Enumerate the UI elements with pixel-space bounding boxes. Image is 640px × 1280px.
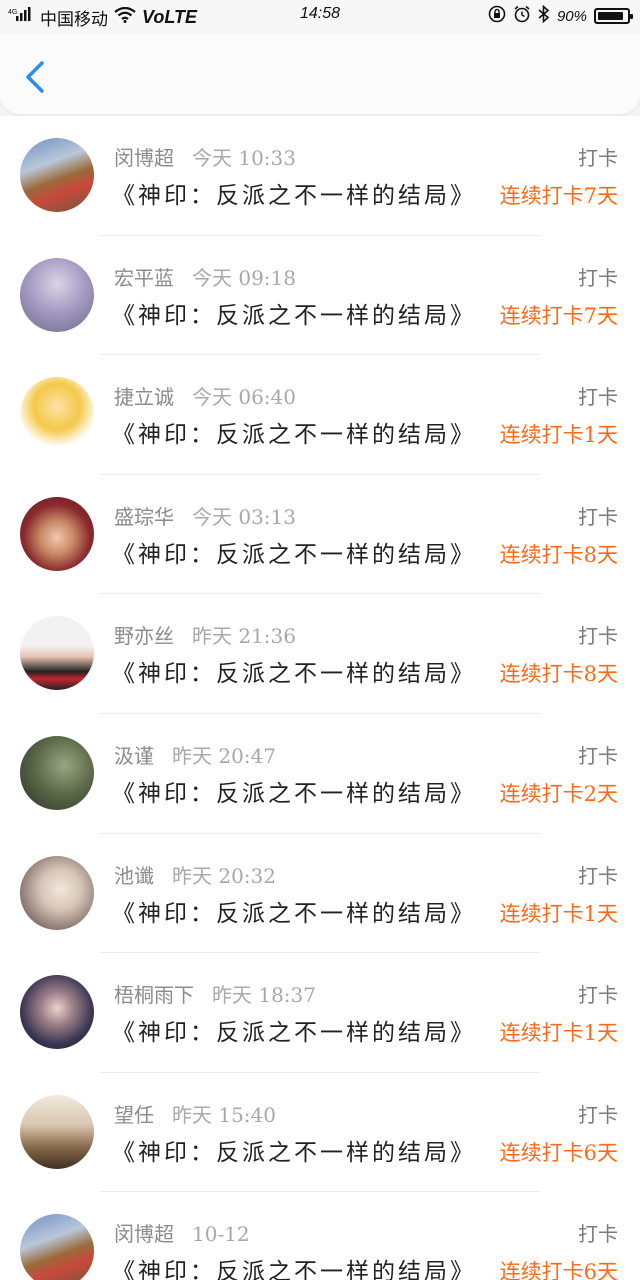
streak-label: 连续打卡7天 xyxy=(499,303,618,328)
user-meta: 捷立诚 今天 06:40 xyxy=(114,381,296,410)
checkin-time: 10-12 xyxy=(192,1222,250,1247)
streak-label: 连续打卡1天 xyxy=(499,901,618,926)
list-item[interactable]: 梧桐雨下 昨天 18:37 打卡 《神印：反派之不一样的结局》 连续打卡1天 xyxy=(0,953,640,1073)
avatar[interactable] xyxy=(20,257,94,332)
list-item[interactable]: 闵博超 今天 10:33 打卡 《神印：反派之不一样的结局》 连续打卡7天 xyxy=(0,116,640,236)
checkin-time: 昨天 15:40 xyxy=(172,1102,276,1127)
streak-label: 连续打卡1天 xyxy=(499,423,618,448)
user-meta: 闵博超 10-12 xyxy=(114,1218,250,1247)
list-item[interactable]: 捷立诚 今天 06:40 打卡 《神印：反派之不一样的结局》 连续打卡1天 xyxy=(0,355,640,475)
book-title[interactable]: 《神印：反派之不一样的结局》 xyxy=(112,894,476,928)
checkin-time: 昨天 18:37 xyxy=(212,983,316,1008)
nav-bar xyxy=(0,34,640,114)
battery-percent: 90% xyxy=(556,7,587,25)
book-title[interactable]: 《神印：反派之不一样的结局》 xyxy=(112,1252,476,1280)
checkin-time: 今天 10:33 xyxy=(192,146,296,170)
checkin-label: 打卡 xyxy=(578,743,618,768)
avatar[interactable] xyxy=(20,138,94,212)
user-meta: 宏平蓝 今天 09:18 xyxy=(114,262,296,291)
checkin-time: 昨天 20:32 xyxy=(172,863,276,888)
battery-icon xyxy=(594,8,633,24)
user-name[interactable]: 闵博超 xyxy=(114,146,174,170)
list-item[interactable]: 宏平蓝 今天 09:18 打卡 《神印：反派之不一样的结局》 连续打卡7天 xyxy=(0,236,640,356)
list-item[interactable]: 汲谨 昨天 20:47 打卡 《神印：反派之不一样的结局》 连续打卡2天 xyxy=(0,714,640,834)
streak-label: 连续打卡6天 xyxy=(499,1260,618,1280)
checkin-time: 今天 03:13 xyxy=(192,504,296,529)
avatar[interactable] xyxy=(20,1214,94,1280)
book-title[interactable]: 《神印：反派之不一样的结局》 xyxy=(112,415,476,449)
user-name[interactable]: 宏平蓝 xyxy=(114,266,174,290)
user-name[interactable]: 捷立诚 xyxy=(114,385,174,409)
user-name[interactable]: 闵博超 xyxy=(114,1222,174,1246)
checkin-label: 打卡 xyxy=(578,385,618,410)
user-meta: 汲谨 昨天 20:47 xyxy=(114,740,276,769)
streak-label: 连续打卡8天 xyxy=(499,542,618,567)
checkin-time: 今天 06:40 xyxy=(192,385,296,410)
book-title[interactable]: 《神印：反派之不一样的结局》 xyxy=(112,654,476,688)
alarm-icon xyxy=(513,5,531,27)
avatar[interactable] xyxy=(20,377,94,452)
checkin-label: 打卡 xyxy=(578,265,618,290)
user-meta: 梧桐雨下 昨天 18:37 xyxy=(114,979,316,1008)
streak-label: 连续打卡6天 xyxy=(499,1140,618,1165)
user-name[interactable]: 盛琮华 xyxy=(114,505,174,529)
checkin-label: 打卡 xyxy=(578,146,618,170)
book-title[interactable]: 《神印：反派之不一样的结局》 xyxy=(112,296,476,330)
list-item[interactable]: 闵博超 10-12 打卡 《神印：反派之不一样的结局》 连续打卡6天 xyxy=(0,1192,640,1280)
user-meta: 盛琮华 今天 03:13 xyxy=(114,501,296,530)
avatar[interactable] xyxy=(20,496,94,571)
book-title[interactable]: 《神印：反派之不一样的结局》 xyxy=(112,176,476,210)
avatar[interactable] xyxy=(20,975,94,1050)
rotation-lock-icon xyxy=(488,5,506,27)
checkin-label: 打卡 xyxy=(578,504,618,529)
checkin-list: 闵博超 今天 10:33 打卡 《神印：反派之不一样的结局》 连续打卡7天 宏平蓝… xyxy=(0,116,640,1280)
checkin-label: 打卡 xyxy=(578,1102,618,1127)
book-title[interactable]: 《神印：反派之不一样的结局》 xyxy=(112,774,476,808)
user-meta: 池谶 昨天 20:32 xyxy=(114,860,276,889)
streak-label: 连续打卡7天 xyxy=(499,184,618,208)
back-button[interactable] xyxy=(22,60,50,93)
user-name[interactable]: 野亦丝 xyxy=(114,624,174,648)
avatar[interactable] xyxy=(20,616,94,691)
checkin-label: 打卡 xyxy=(578,863,618,888)
user-name[interactable]: 梧桐雨下 xyxy=(114,983,194,1007)
chevron-left-icon xyxy=(26,61,44,93)
list-item[interactable]: 野亦丝 昨天 21:36 打卡 《神印：反派之不一样的结局》 连续打卡8天 xyxy=(0,594,640,714)
avatar[interactable] xyxy=(20,855,94,930)
user-meta: 望任 昨天 15:40 xyxy=(114,1099,276,1128)
list-item[interactable]: 望任 昨天 15:40 打卡 《神印：反派之不一样的结局》 连续打卡6天 xyxy=(0,1073,640,1193)
checkin-time: 今天 09:18 xyxy=(192,265,296,290)
status-bar: 4G 中国移动 VoLTE 14:58 90% xyxy=(0,0,640,34)
user-meta: 闵博超 今天 10:33 xyxy=(114,142,296,171)
book-title[interactable]: 《神印：反派之不一样的结局》 xyxy=(112,535,476,569)
list-item[interactable]: 盛琮华 今天 03:13 打卡 《神印：反派之不一样的结局》 连续打卡8天 xyxy=(0,475,640,595)
user-name[interactable]: 汲谨 xyxy=(114,744,154,768)
streak-label: 连续打卡8天 xyxy=(499,662,618,687)
book-title[interactable]: 《神印：反派之不一样的结局》 xyxy=(112,1133,476,1167)
streak-label: 连续打卡2天 xyxy=(499,781,618,806)
user-meta: 野亦丝 昨天 21:36 xyxy=(114,620,296,649)
list-item[interactable]: 池谶 昨天 20:32 打卡 《神印：反派之不一样的结局》 连续打卡1天 xyxy=(0,834,640,954)
avatar[interactable] xyxy=(20,1094,94,1169)
checkin-label: 打卡 xyxy=(578,1222,618,1247)
checkin-label: 打卡 xyxy=(578,624,618,649)
avatar[interactable] xyxy=(20,735,94,810)
checkin-label: 打卡 xyxy=(578,983,618,1008)
book-title[interactable]: 《神印：反派之不一样的结局》 xyxy=(112,1013,476,1047)
streak-label: 连续打卡1天 xyxy=(499,1021,618,1046)
checkin-time: 昨天 21:36 xyxy=(192,624,296,649)
user-name[interactable]: 池谶 xyxy=(114,864,154,888)
bluetooth-icon xyxy=(538,4,550,27)
checkin-time: 昨天 20:47 xyxy=(172,743,276,768)
user-name[interactable]: 望任 xyxy=(114,1103,154,1127)
status-right: 90% xyxy=(488,4,633,27)
